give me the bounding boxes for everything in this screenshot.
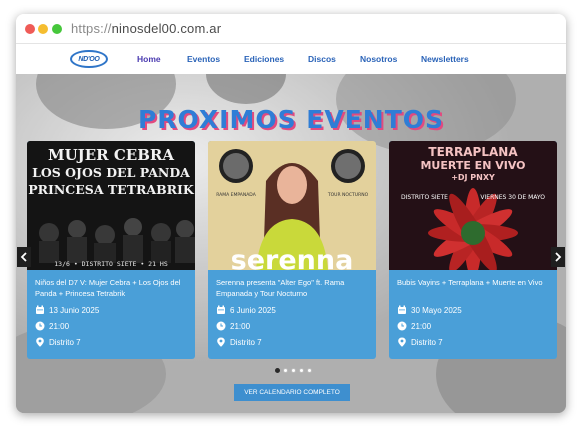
event-poster-image: MUJER CEBRA LOS OJOS DEL PANDA PRINCESA … xyxy=(27,141,195,270)
event-info: Serenna presenta "Alter Ego" ft. Rama Em… xyxy=(208,270,376,359)
poster-right-label: VIERNES 30 DE MAYO xyxy=(480,194,545,201)
nav-discos[interactable]: Discos xyxy=(308,54,336,64)
section-title: PROXIMOS EVENTOS xyxy=(137,105,445,134)
nav-newsletters[interactable]: Newsletters xyxy=(421,54,469,64)
event-title[interactable]: Serenna presenta "Alter Ego" ft. Rama Em… xyxy=(216,277,368,300)
carousel-prev-button[interactable] xyxy=(17,247,31,267)
events-hero: PROXIMOS EVENTOS MUJER CEBRA LOS OJOS DE… xyxy=(16,74,566,413)
calendar-icon xyxy=(36,305,44,314)
poster-line-1: TERRAPLANA xyxy=(428,145,518,159)
event-venue: Distrito 7 xyxy=(49,337,81,347)
event-venue: Distrito 7 xyxy=(230,337,262,347)
nav-nosotros[interactable]: Nosotros xyxy=(360,54,397,64)
logo-text: ND'OO xyxy=(78,55,100,63)
nav-ediciones[interactable]: Ediciones xyxy=(244,54,284,64)
clock-icon xyxy=(216,321,226,331)
event-poster-image: RAMA EMPANADA TOUR NOCTURNO serenna xyxy=(208,141,376,270)
clock-icon xyxy=(35,321,45,331)
event-time: 21:00 xyxy=(49,321,70,331)
event-date: 30 Mayo 2025 xyxy=(411,305,462,315)
clock-icon xyxy=(397,321,407,331)
event-date: 6 Junio 2025 xyxy=(230,305,276,315)
carousel-dot[interactable] xyxy=(283,368,288,373)
poster-line-1: MUJER CEBRA xyxy=(48,146,174,164)
event-time: 21:00 xyxy=(230,321,251,331)
url-host: ninosdel00.com.ar xyxy=(111,21,222,36)
event-title[interactable]: Niños del D7 V: Mujer Cebra + Los Ojos d… xyxy=(35,277,187,300)
browser-window: https://ninosdel00.com.ar ND'OO Home Eve… xyxy=(16,14,566,413)
poster-line-3: +DJ PNXY xyxy=(451,173,495,182)
poster-right-label: TOUR NOCTURNO xyxy=(327,192,369,198)
calendar-icon xyxy=(217,305,225,314)
nav-home[interactable]: Home xyxy=(137,54,161,64)
view-calendar-button[interactable]: VER CALENDARIO COMPLETO xyxy=(234,384,350,401)
event-card[interactable]: RAMA EMPANADA TOUR NOCTURNO serenna Sere… xyxy=(208,141,376,359)
nav-eventos[interactable]: Eventos xyxy=(187,54,220,64)
event-info: Bubis Vayins + Terraplana + Muerte en Vi… xyxy=(389,270,557,359)
event-card[interactable]: MUJER CEBRA LOS OJOS DEL PANDA PRINCESA … xyxy=(27,141,195,359)
location-pin-icon xyxy=(398,337,406,347)
poster-line-2: MUERTE EN VIVO xyxy=(420,159,525,172)
carousel-dot[interactable] xyxy=(291,368,296,373)
event-poster-image: TERRAPLANA MUERTE EN VIVO +DJ PNXY DISTR… xyxy=(389,141,557,270)
calendar-icon xyxy=(398,305,406,314)
site-navbar: ND'OO Home Eventos Ediciones Discos Noso… xyxy=(16,44,566,74)
location-pin-icon xyxy=(217,337,225,347)
event-date: 13 Junio 2025 xyxy=(49,305,100,315)
event-time: 21:00 xyxy=(411,321,432,331)
maximize-window-button[interactable] xyxy=(52,24,62,34)
event-card[interactable]: TERRAPLANA MUERTE EN VIVO +DJ PNXY DISTR… xyxy=(389,141,557,359)
address-bar[interactable]: https://ninosdel00.com.ar xyxy=(71,21,221,36)
location-pin-icon xyxy=(36,337,44,347)
event-title[interactable]: Bubis Vayins + Terraplana + Muerte en Vi… xyxy=(397,277,549,300)
poster-line-3: PRINCESA TETRABRIK xyxy=(28,182,195,197)
event-venue: Distrito 7 xyxy=(411,337,443,347)
site-logo[interactable]: ND'OO xyxy=(70,50,108,68)
carousel-dot[interactable] xyxy=(299,368,304,373)
chevron-left-icon xyxy=(20,252,27,262)
carousel-dot[interactable] xyxy=(275,368,280,373)
carousel-dot[interactable] xyxy=(307,368,312,373)
minimize-window-button[interactable] xyxy=(38,24,48,34)
poster-big-text: serenna xyxy=(231,245,354,270)
close-window-button[interactable] xyxy=(25,24,35,34)
carousel-pagination xyxy=(275,368,312,373)
poster-line-2: LOS OJOS DEL PANDA xyxy=(32,165,190,180)
carousel-next-button[interactable] xyxy=(551,247,565,267)
poster-left-label: RAMA EMPANADA xyxy=(216,192,256,198)
poster-left-label: DISTRITO SIETE xyxy=(401,194,448,201)
event-info: Niños del D7 V: Mujer Cebra + Los Ojos d… xyxy=(27,270,195,359)
url-protocol: https:// xyxy=(71,21,112,36)
browser-chrome: https://ninosdel00.com.ar xyxy=(16,14,566,44)
poster-footer: 13/6 • DISTRITO SIETE • 21 HS xyxy=(54,260,168,268)
chevron-right-icon xyxy=(555,252,562,262)
